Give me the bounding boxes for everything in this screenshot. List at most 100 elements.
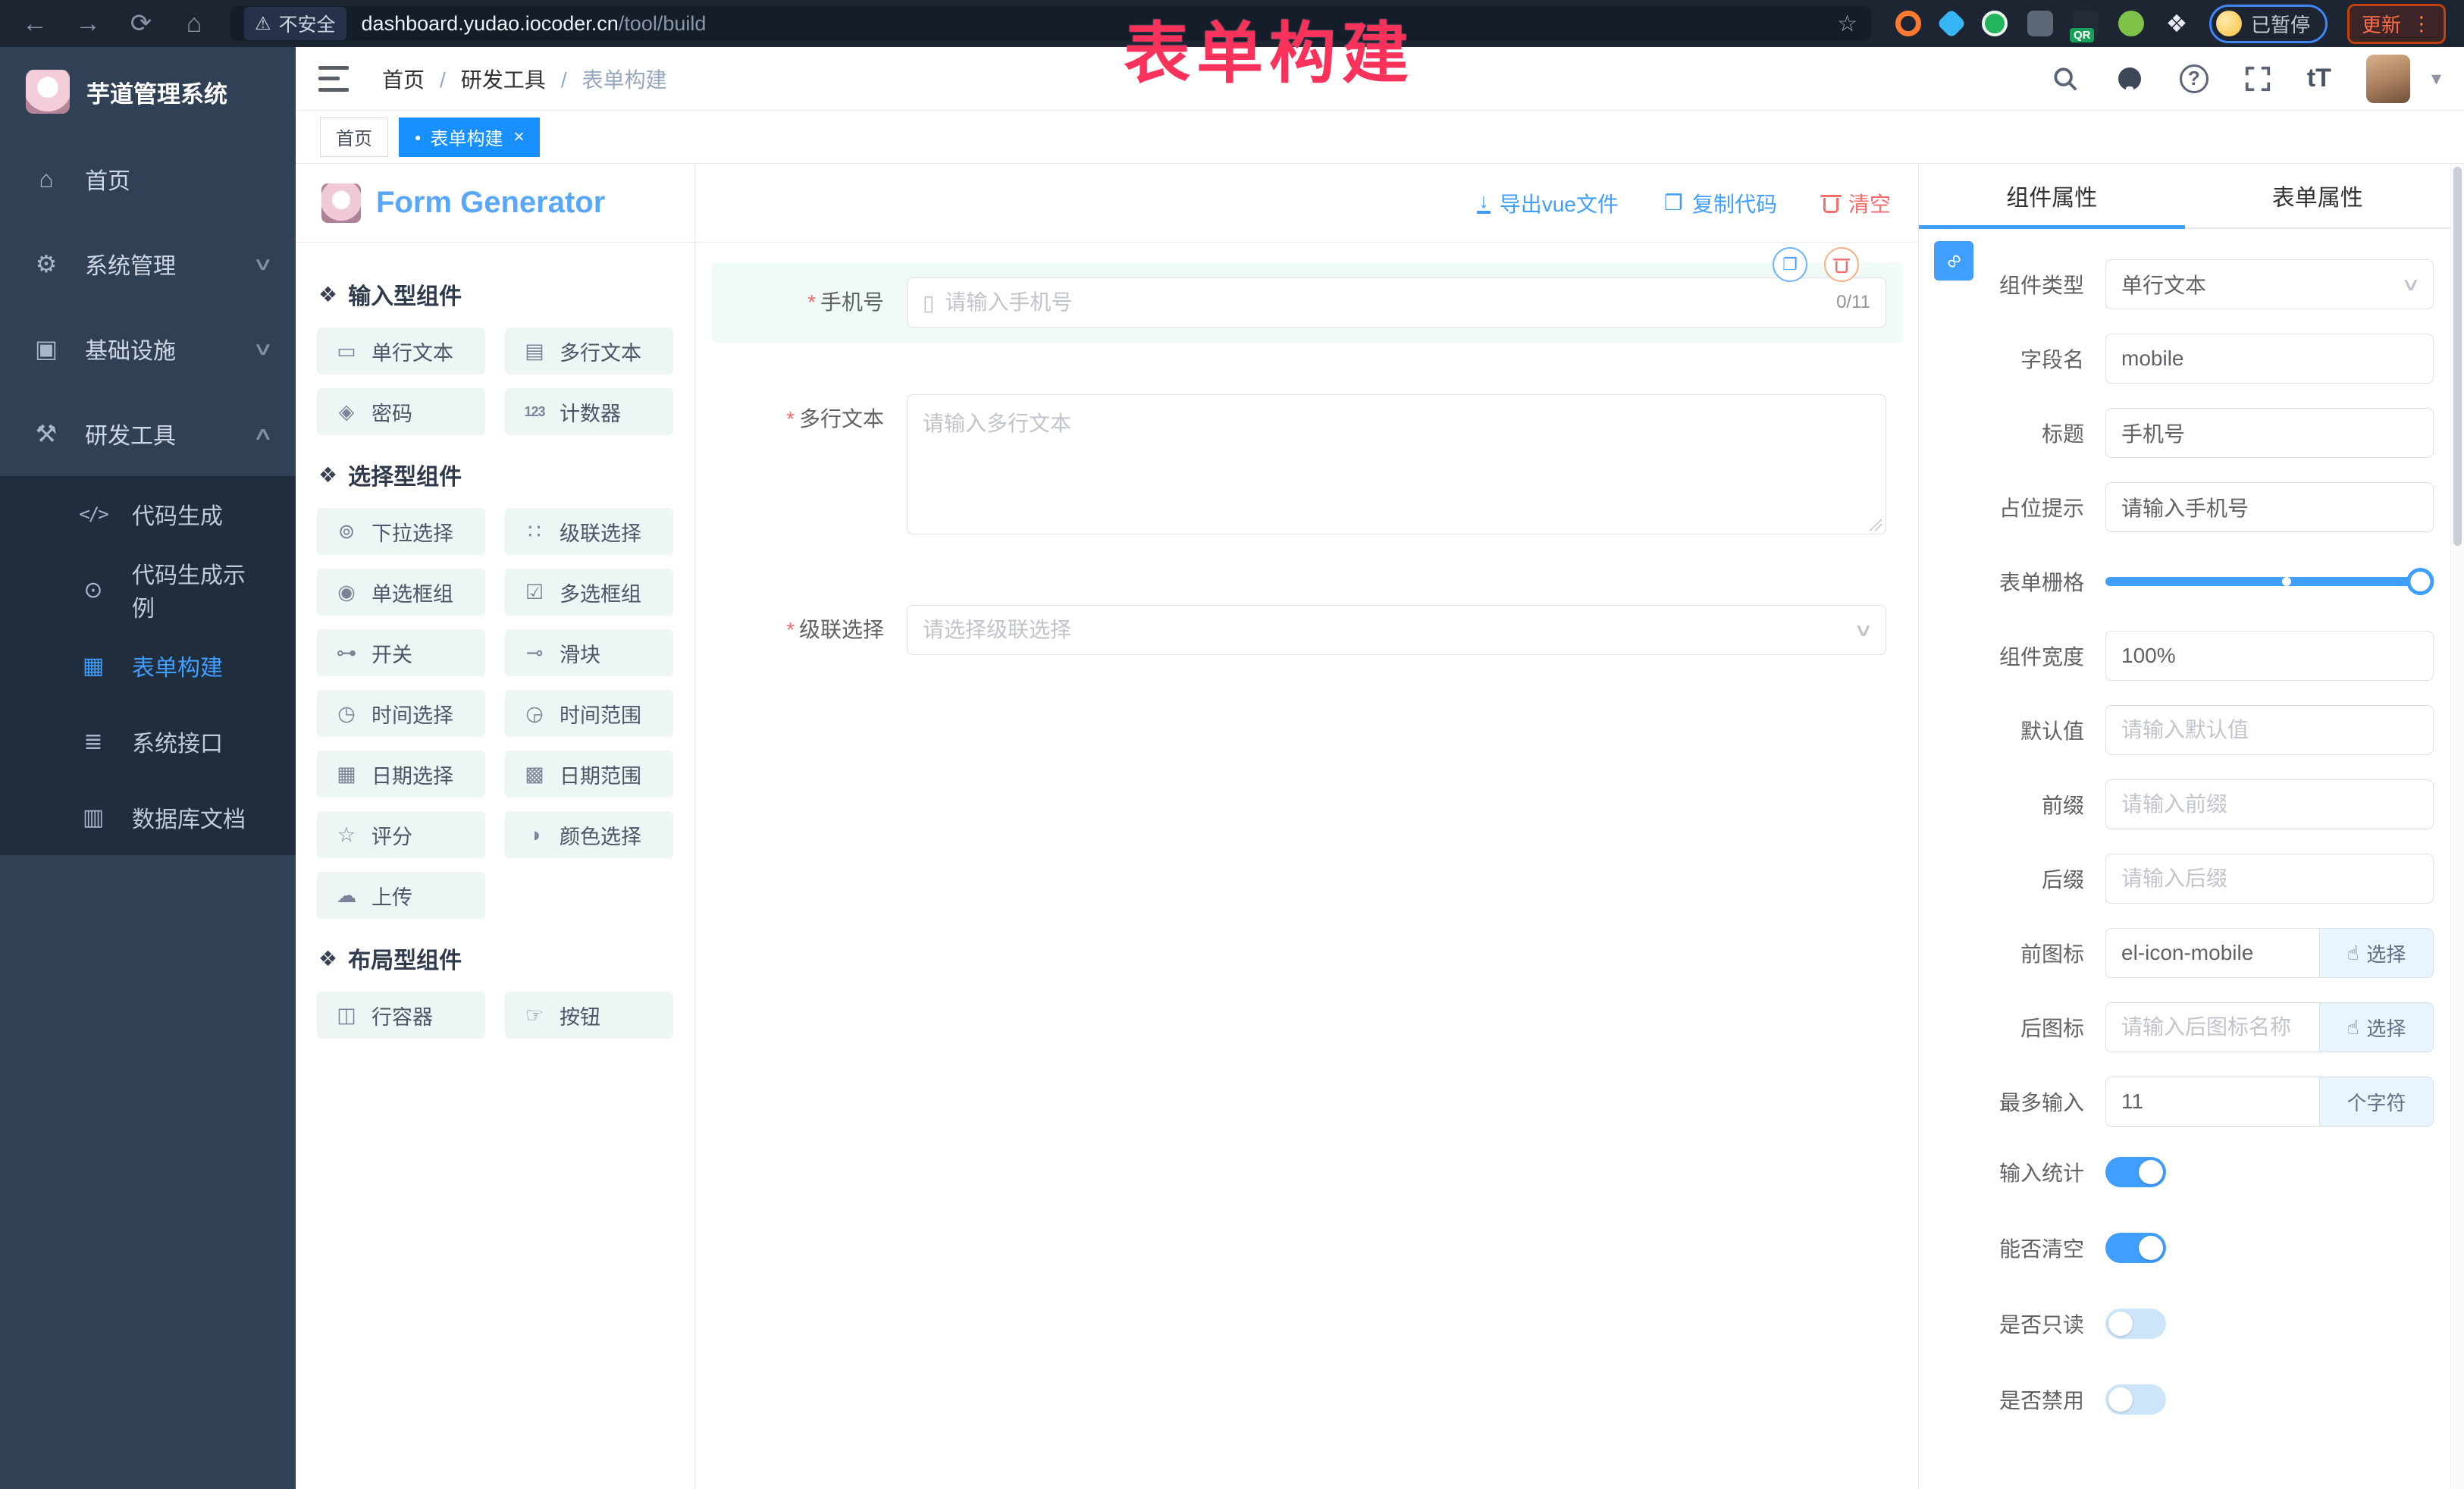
max-input-field[interactable] [2121, 1089, 2304, 1114]
copy-code-button[interactable]: ❐ 复制代码 [1664, 188, 1777, 218]
tag-home[interactable]: 首页 [320, 118, 388, 157]
fullscreen-icon[interactable] [2243, 64, 2272, 93]
forward-icon[interactable]: → [71, 9, 105, 39]
more-menu-icon[interactable]: ⋮ [2412, 12, 2431, 36]
choose-suffix-icon-button[interactable]: ☝ 选择 [2320, 1002, 2434, 1052]
hamburger-icon[interactable] [318, 66, 349, 92]
extension-icon-green[interactable] [1982, 11, 2008, 36]
duplicate-item-button[interactable]: ❐ [1773, 247, 1807, 282]
field-name-input[interactable] [2121, 346, 2418, 371]
extension-icon-gray[interactable] [2027, 11, 2053, 36]
extension-icon-orange[interactable] [1895, 11, 1921, 36]
sidebar-item-infra[interactable]: ▣ 基础设施 ∨ [0, 306, 296, 391]
component-button[interactable]: ☞按钮 [505, 992, 673, 1039]
font-size-icon[interactable]: tT [2307, 64, 2331, 93]
component-checkbox-group[interactable]: ☑多选框组 [505, 569, 673, 616]
github-icon[interactable] [2114, 64, 2145, 94]
number-123-icon: 123 [522, 404, 547, 420]
component-upload[interactable]: ☁上传 [317, 872, 485, 919]
extension-icon-qr[interactable]: QR [2073, 11, 2099, 36]
sidebar-item-codegen[interactable]: </> 代码生成 [0, 476, 296, 552]
sidebar-item-devtools[interactable]: ⚒ 研发工具 ∧ [0, 391, 296, 476]
component-date-picker[interactable]: ▦日期选择 [317, 751, 485, 798]
drawer-link-handle[interactable]: ∞ [1934, 241, 1973, 281]
prefix-input[interactable] [2121, 792, 2418, 817]
scrollbar-thumb[interactable] [2453, 167, 2462, 546]
search-icon[interactable] [2051, 64, 2080, 93]
canvas-item-mobile[interactable]: ❐ *手机号 ▯ 0/11 [712, 262, 1903, 343]
component-cascader[interactable]: ∷级联选择 [505, 508, 673, 555]
extension-icon-plant[interactable] [2118, 11, 2144, 36]
component-dropdown-select[interactable]: ⊚下拉选择 [317, 508, 485, 555]
placeholder-input[interactable] [2121, 495, 2418, 519]
sidebar-item-db-doc[interactable]: ▥ 数据库文档 [0, 779, 296, 855]
component-password[interactable]: ◈密码 [317, 388, 485, 435]
component-switch[interactable]: ⊶开关 [317, 629, 485, 676]
title-input[interactable] [2121, 421, 2418, 445]
home-icon[interactable]: ⌂ [177, 9, 211, 39]
cascader-select[interactable]: ∨ [907, 605, 1886, 655]
form-grid-slider[interactable] [2105, 577, 2423, 586]
readonly-toggle[interactable] [2105, 1309, 2166, 1339]
update-button[interactable]: 更新 ⋮ [2347, 4, 2446, 44]
component-multi-line-text[interactable]: ▤多行文本 [505, 328, 673, 375]
slider-handle[interactable] [2406, 568, 2434, 595]
component-time-range[interactable]: ◶时间范围 [505, 690, 673, 737]
user-avatar[interactable] [2366, 55, 2410, 103]
component-counter[interactable]: 123计数器 [505, 388, 673, 435]
help-icon[interactable]: ? [2180, 64, 2209, 93]
extensions-puzzle-icon[interactable]: ❖ [2164, 11, 2190, 36]
breadcrumb-devtools[interactable]: 研发工具 [461, 64, 582, 94]
address-bar[interactable]: ⚠ 不安全 dashboard.yudao.iocoder.cn/tool/bu… [230, 6, 1871, 41]
suffix-input[interactable] [2121, 867, 2418, 891]
mobile-input-field[interactable] [945, 290, 1826, 315]
multiline-textarea[interactable] [907, 394, 1886, 534]
mobile-input[interactable]: ▯ 0/11 [907, 277, 1886, 328]
sidebar-item-home[interactable]: ⌂ 首页 [0, 136, 296, 221]
tab-component-props[interactable]: 组件属性 [1919, 164, 2185, 227]
default-value-input[interactable] [2121, 718, 2418, 742]
close-icon[interactable]: × [513, 127, 524, 148]
bookmark-star-icon[interactable]: ☆ [1837, 11, 1857, 37]
canvas-item-cascader[interactable]: *级联选择 ∨ [712, 593, 1903, 667]
breadcrumb-home[interactable]: 首页 [382, 64, 461, 94]
component-slider[interactable]: ⊸滑块 [505, 629, 673, 676]
component-type-select[interactable]: 单行文本 ∨ [2105, 259, 2434, 309]
component-radio-group[interactable]: ◉单选框组 [317, 569, 485, 616]
component-date-range[interactable]: ▩日期范围 [505, 751, 673, 798]
cascader-input-field[interactable] [923, 618, 1846, 642]
prefix-icon-input[interactable] [2121, 941, 2304, 965]
clear-button[interactable]: 清空 [1823, 188, 1891, 218]
disabled-toggle[interactable] [2105, 1384, 2166, 1415]
choose-prefix-icon-button[interactable]: ☝ 选择 [2320, 928, 2434, 978]
clear-label: 清空 [1848, 188, 1891, 218]
clearable-toggle[interactable] [2105, 1233, 2166, 1263]
properties-form: 组件类型 单行文本 ∨ 字段名 标题 [1919, 229, 2450, 1421]
resize-grip-icon[interactable] [1870, 519, 1882, 531]
component-rate[interactable]: ☆评分 [317, 811, 485, 858]
export-vue-button[interactable]: ↓ 导出vue文件 [1477, 188, 1619, 218]
avatar-caret-icon[interactable]: ▾ [2431, 67, 2441, 90]
component-time-picker[interactable]: ◷时间选择 [317, 690, 485, 737]
sidebar-item-codegen-example[interactable]: ⊙ 代码生成示例 [0, 552, 296, 628]
reload-icon[interactable]: ⟳ [124, 8, 158, 39]
suffix-icon-input[interactable] [2121, 1015, 2304, 1039]
tag-form-builder[interactable]: ● 表单构建 × [399, 118, 540, 157]
input-stats-toggle[interactable] [2105, 1157, 2166, 1187]
back-icon[interactable]: ← [18, 9, 52, 39]
width-input[interactable] [2121, 644, 2418, 668]
security-badge[interactable]: ⚠ 不安全 [244, 7, 346, 40]
warning-icon: ⚠ [255, 13, 271, 35]
delete-item-button[interactable] [1824, 247, 1859, 282]
extension-icon-blue-gem[interactable] [1936, 8, 1967, 39]
component-single-line-text[interactable]: ▭单行文本 [317, 328, 485, 375]
sidebar-item-system-api[interactable]: ≣ 系统接口 [0, 704, 296, 779]
sidebar-item-form-builder[interactable]: ▦ 表单构建 [0, 628, 296, 704]
clock-icon: ◷ [334, 702, 359, 726]
paused-profile-pill[interactable]: 已暂停 [2209, 5, 2328, 43]
canvas-item-textarea[interactable]: *多行文本 [712, 382, 1903, 550]
sidebar-item-system[interactable]: ⚙ 系统管理 ∨ [0, 221, 296, 306]
component-row-container[interactable]: ◫行容器 [317, 992, 485, 1039]
tab-form-props[interactable]: 表单属性 [2185, 164, 2451, 227]
component-color-picker[interactable]: ◑颜色选择 [505, 811, 673, 858]
